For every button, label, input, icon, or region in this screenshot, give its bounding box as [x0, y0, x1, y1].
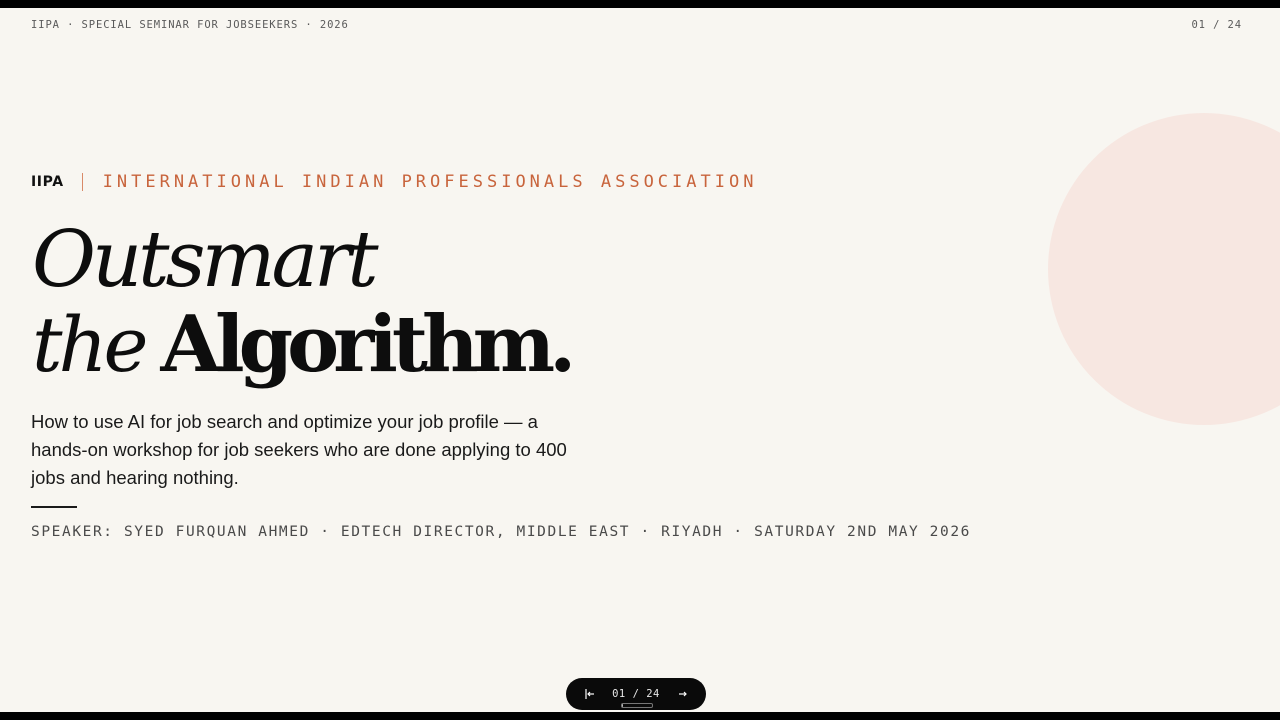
slide-counter: 01 / 24 — [1191, 19, 1242, 31]
arrow-right-icon[interactable] — [674, 685, 692, 703]
slide-description: How to use AI for job search and optimiz… — [31, 411, 567, 488]
slide-navigation: 01 / 24 — [566, 678, 706, 710]
event-label: IIPA · SPECIAL SEMINAR FOR JOBSEEKERS · … — [31, 19, 349, 31]
title-line-2: the Algorithm. — [32, 298, 576, 414]
bottom-bar — [0, 712, 1280, 720]
slide: IIPA · SPECIAL SEMINAR FOR JOBSEEKERS · … — [0, 8, 1280, 712]
title-line-1: Outsmart — [32, 215, 379, 305]
title-bold-word: Algorithm. — [160, 299, 576, 390]
org-abbreviation: IIPA — [31, 174, 64, 190]
divider — [31, 506, 77, 508]
nav-slide-counter: 01 / 24 — [612, 688, 660, 700]
nav-progress-bar — [621, 703, 653, 708]
speaker-info: SPEAKER: SYED FURQUAN AHMED · EDTECH DIR… — [31, 524, 972, 540]
org-full-name: INTERNATIONAL INDIAN PROFESSIONALS ASSOC… — [102, 172, 758, 192]
org-separator — [81, 173, 83, 191]
decorative-circle — [1048, 113, 1280, 425]
first-slide-icon-glyph — [585, 689, 594, 699]
nav-progress-fill — [622, 704, 624, 707]
first-slide-icon[interactable] — [581, 685, 599, 703]
presentation-frame: IIPA · SPECIAL SEMINAR FOR JOBSEEKERS · … — [0, 0, 1280, 720]
arrow-right-icon-glyph — [679, 691, 687, 697]
title-italic-word: the — [32, 300, 148, 389]
organization-row: IIPA INTERNATIONAL INDIAN PROFESSIONALS … — [31, 172, 757, 192]
